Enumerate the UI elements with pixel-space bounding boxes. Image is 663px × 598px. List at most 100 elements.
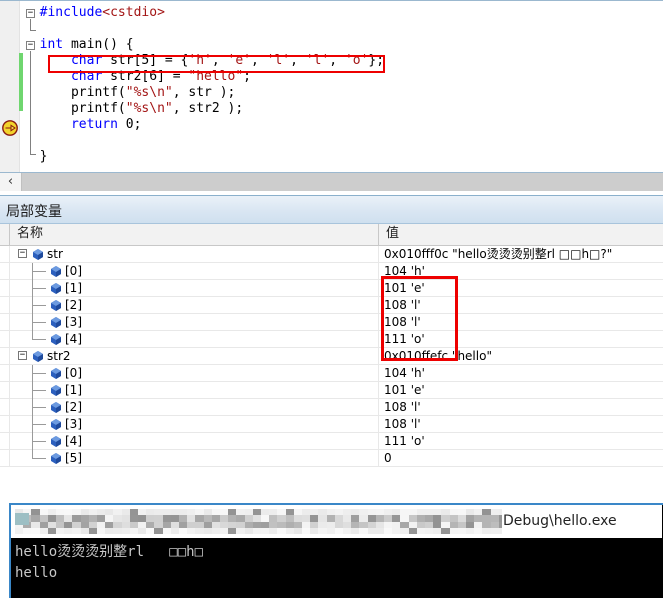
column-header-value[interactable]: 值	[378, 224, 663, 245]
variable-value-cell[interactable]: 104 'h'	[378, 263, 663, 279]
editor-change-bar	[19, 53, 23, 111]
blur-pixel	[499, 528, 502, 534]
variable-value-cell[interactable]: 101 'e'	[378, 382, 663, 398]
variable-name-cell[interactable]: [2]	[9, 399, 379, 415]
code-token: 'e'	[228, 53, 251, 68]
code-line: printf("%s\n", str );	[24, 85, 384, 101]
locals-row[interactable]: [3] 108 'l'	[0, 416, 663, 433]
code-line: }	[24, 149, 384, 165]
locals-row[interactable]: − str2 0x010ffefc "hello"	[0, 348, 663, 365]
editor-horizontal-scrollbar[interactable]: ‹	[0, 172, 663, 191]
variable-icon	[51, 317, 61, 328]
variable-name-cell[interactable]: [4]	[9, 331, 379, 347]
blur-pixel-accent	[15, 513, 29, 525]
redacted-path-blur	[15, 509, 502, 534]
locals-row[interactable]: − str 0x010fff0c "hello烫烫烫别整rl □□h□?"	[0, 246, 663, 263]
tree-connector-horizontal	[32, 288, 46, 289]
variable-name-cell[interactable]: [4]	[9, 433, 379, 449]
scroll-left-arrow-icon[interactable]: ‹	[0, 173, 22, 191]
variable-icon	[51, 283, 61, 294]
code-token: , str2 );	[173, 101, 243, 116]
variable-icon	[51, 334, 61, 345]
tree-connector-horizontal	[32, 271, 46, 272]
variable-name-label: str	[47, 246, 63, 262]
variable-name-label: [4]	[65, 331, 82, 347]
variable-value-cell[interactable]: 108 'l'	[378, 297, 663, 313]
current-statement-arrow-icon	[2, 120, 18, 136]
variable-value-cell[interactable]: 101 'e'	[378, 280, 663, 296]
tree-connector-horizontal	[32, 441, 46, 442]
locals-row[interactable]: [1]101 'e'	[0, 382, 663, 399]
locals-row[interactable]: [4] 111 'o'	[0, 331, 663, 348]
variable-icon	[51, 419, 61, 430]
locals-row[interactable]: [0]104 'h'	[0, 263, 663, 280]
variable-value-cell[interactable]: 0x010fff0c "hello烫烫烫别整rl □□h□?"	[378, 246, 663, 262]
variable-name-cell[interactable]: [2]	[9, 297, 379, 313]
variable-value-cell[interactable]: 108 'l'	[378, 314, 663, 330]
code-token: "%s\n"	[126, 85, 173, 100]
code-token: printf(	[71, 85, 126, 100]
column-header-name[interactable]: 名称	[9, 224, 378, 245]
locals-row[interactable]: [3]108 'l'	[0, 314, 663, 331]
locals-rows-container[interactable]: −str0x010fff0c "hello烫烫烫别整rl □□h□?"[0]10…	[0, 246, 663, 484]
tree-connector-vertical	[32, 365, 33, 382]
tree-connector-vertical	[32, 331, 33, 340]
locals-row[interactable]: [0]104 'h'	[0, 365, 663, 382]
variable-icon	[51, 385, 61, 396]
code-editor[interactable]: − − #include<cstdio> int main() { char s…	[0, 0, 663, 172]
variable-value-cell[interactable]: 111 'o'	[378, 331, 663, 347]
code-token: <cstdio>	[102, 5, 165, 20]
code-line: printf("%s\n", str2 );	[24, 101, 384, 117]
variable-name-cell[interactable]: [1]	[9, 382, 379, 398]
variable-icon	[51, 402, 61, 413]
variable-name-cell[interactable]: [5]	[9, 450, 379, 466]
tree-connector-horizontal	[32, 322, 46, 323]
source-code-text[interactable]: #include<cstdio> int main() { char str[5…	[24, 5, 384, 165]
code-line: #include<cstdio>	[24, 5, 384, 21]
variable-icon	[33, 351, 43, 362]
variable-icon	[51, 453, 61, 464]
variable-name-label: [2]	[65, 297, 82, 313]
variable-name-label: [5]	[65, 450, 82, 466]
tree-connector-vertical	[32, 263, 33, 280]
code-token: "%s\n"	[126, 101, 173, 116]
variable-value-cell[interactable]: 104 'h'	[378, 365, 663, 381]
variable-value-cell[interactable]: 0	[378, 450, 663, 466]
variable-name-cell[interactable]: [0]	[9, 365, 379, 381]
locals-row[interactable]: [4]111 'o'	[0, 433, 663, 450]
variable-icon	[51, 368, 61, 379]
code-token: #include	[40, 5, 103, 20]
variable-name-cell[interactable]: [3]	[9, 416, 379, 432]
expand-collapse-toggle-icon[interactable]: −	[18, 351, 27, 360]
variable-name-label: [3]	[65, 416, 82, 432]
editor-indicator-margin[interactable]	[0, 1, 20, 172]
expand-collapse-toggle-icon[interactable]: −	[18, 249, 27, 258]
variable-name-label: str2	[47, 348, 71, 364]
variable-icon	[51, 300, 61, 311]
console-title-bar[interactable]: Debug\hello.exe	[11, 505, 662, 538]
variable-icon	[51, 436, 61, 447]
code-token: 'o'	[345, 53, 368, 68]
code-token: printf(	[71, 101, 126, 116]
tree-connector-vertical	[32, 399, 33, 416]
code-token: int	[40, 37, 63, 52]
console-window[interactable]: Debug\hello.exe hello烫烫烫别整rl □□h□ hello	[9, 503, 663, 598]
locals-row[interactable]: [1] 101 'e'	[0, 280, 663, 297]
locals-row[interactable]: [2]108 'l'	[0, 399, 663, 416]
locals-panel[interactable]: 局部变量 名称 值 −str0x010fff0c "hello烫烫烫别整rl □…	[0, 195, 663, 485]
panel-gap	[0, 485, 663, 503]
tree-connector-vertical	[32, 280, 33, 297]
variable-name-cell[interactable]: [0]	[9, 263, 379, 279]
locals-row[interactable]: [5] 0	[0, 450, 663, 467]
variable-value-cell[interactable]: 108 'l'	[378, 399, 663, 415]
variable-name-cell[interactable]: − str	[9, 246, 379, 262]
variable-value-cell[interactable]: 108 'l'	[378, 416, 663, 432]
variable-value-cell[interactable]: 0x010ffefc "hello"	[378, 348, 663, 364]
variable-name-cell[interactable]: − str2	[9, 348, 379, 364]
locals-row[interactable]: [2] 108 'l'	[0, 297, 663, 314]
variable-name-cell[interactable]: [3]	[9, 314, 379, 330]
variable-name-cell[interactable]: [1]	[9, 280, 379, 296]
code-line: int main() {	[24, 37, 384, 53]
variable-value-cell[interactable]: 111 'o'	[378, 433, 663, 449]
variable-name-label: [1]	[65, 280, 82, 296]
